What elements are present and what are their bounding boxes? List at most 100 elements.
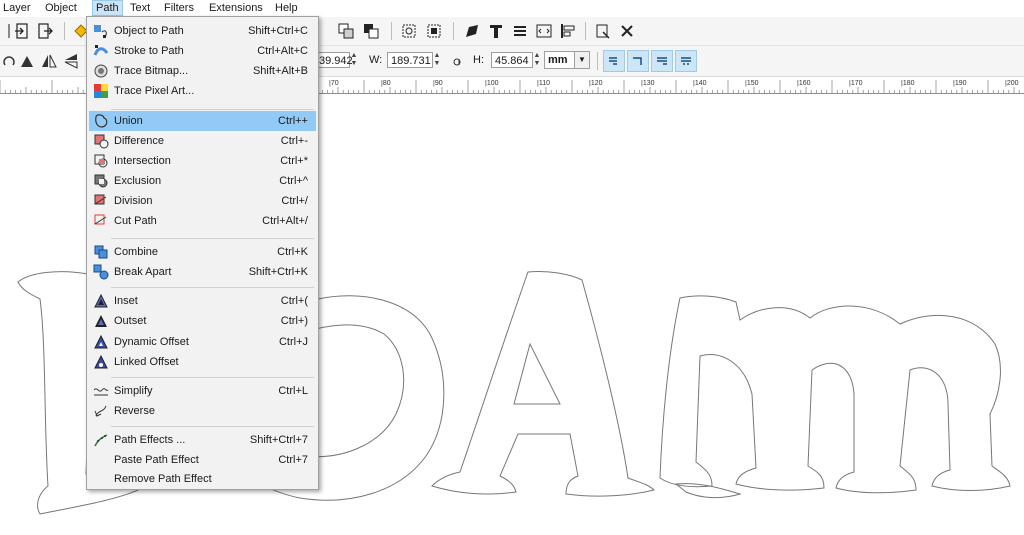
toolbar-separator: [597, 52, 598, 70]
transform-patterns-toggle[interactable]: [675, 50, 697, 72]
group-icon[interactable]: [400, 22, 418, 40]
menu-item-dynamic-offset[interactable]: Dynamic Offset Ctrl+J: [89, 332, 316, 352]
trace-pixel-art-icon: [94, 84, 108, 98]
menu-separator: [111, 377, 314, 378]
menu-item-shortcut: Ctrl+7: [278, 454, 308, 466]
menu-item-label: Dynamic Offset: [114, 336, 189, 348]
menu-filters[interactable]: Filters: [164, 1, 194, 15]
scale-stroke-toggle[interactable]: [603, 50, 625, 72]
menu-item-remove-path-effect[interactable]: Remove Path Effect: [89, 469, 316, 489]
dynamic-offset-icon: [94, 334, 108, 349]
height-spin-icon[interactable]: ▲ ▼: [533, 52, 541, 68]
height-field[interactable]: 45.864: [491, 52, 533, 68]
menu-item-inset[interactable]: Inset Ctrl+(: [89, 291, 316, 311]
menu-item-intersection[interactable]: Intersection Ctrl+*: [89, 151, 316, 171]
menu-item-label: Difference: [114, 135, 164, 147]
menu-item-linked-offset[interactable]: Linked Offset: [89, 352, 316, 372]
menu-item-label: Stroke to Path: [114, 45, 184, 57]
menu-item-difference[interactable]: Difference Ctrl+-: [89, 131, 316, 151]
clone-icon[interactable]: [337, 22, 355, 40]
letter-a-outline[interactable]: [431, 271, 655, 497]
menu-item-label: Paste Path Effect: [114, 454, 199, 466]
menu-item-shortcut: Shift+Ctrl+7: [249, 434, 308, 446]
menu-item-shortcut: Shift+Alt+B: [252, 65, 308, 77]
layers-icon[interactable]: [511, 22, 529, 40]
width-spin-icon[interactable]: ▲ ▼: [433, 52, 441, 68]
x-field[interactable]: 39.942: [316, 52, 353, 68]
toolbar-separator: [64, 22, 65, 40]
h-label: H:: [473, 54, 484, 66]
menu-help[interactable]: Help: [275, 1, 298, 15]
object-to-path-icon: [94, 25, 107, 38]
rotate-cw-icon[interactable]: [18, 52, 36, 70]
menu-item-label: Trace Pixel Art...: [114, 85, 195, 97]
fill-stroke-icon[interactable]: [463, 22, 481, 40]
lock-ratio-icon[interactable]: [448, 51, 466, 69]
letter-m-outline[interactable]: [659, 295, 1011, 494]
menu-item-label: Exclusion: [114, 175, 162, 187]
trace-bitmap-icon: [94, 64, 108, 78]
width-field[interactable]: 189.731: [387, 52, 433, 68]
menu-item-paste-path-effect[interactable]: Paste Path Effect Ctrl+7: [89, 450, 316, 470]
flip-vertical-icon[interactable]: [62, 52, 80, 70]
menu-item-division[interactable]: Division Ctrl+/: [89, 191, 316, 211]
ruler-label: |170: [849, 80, 863, 87]
xml-editor-icon[interactable]: [535, 22, 553, 40]
menu-item-shortcut: Ctrl+Alt+/: [262, 215, 308, 227]
w-label: W:: [369, 54, 383, 66]
menu-item-cut-path[interactable]: Cut Path Ctrl+Alt+/: [89, 211, 316, 231]
ruler-label: |140: [693, 80, 707, 87]
menu-item-shortcut: Ctrl+^: [279, 175, 308, 187]
menu-item-reverse[interactable]: Reverse: [89, 401, 316, 421]
menu-item-label: Division: [114, 195, 153, 207]
align-distribute-icon[interactable]: [559, 22, 577, 40]
menu-separator: [111, 238, 314, 239]
menu-item-label: Combine: [114, 246, 159, 258]
scale-corners-toggle[interactable]: [627, 50, 649, 72]
menu-item-stroke-to-path[interactable]: Stroke to Path Ctrl+Alt+C: [89, 41, 316, 61]
menu-separator: [111, 426, 314, 427]
menu-text[interactable]: Text: [130, 1, 150, 15]
flip-horizontal-icon[interactable]: [40, 52, 58, 70]
toolbar-separator: [391, 22, 392, 40]
ruler-label: |150: [745, 80, 759, 87]
document-properties-icon[interactable]: [594, 22, 612, 40]
ruler-label: |110: [537, 80, 550, 87]
unit-select[interactable]: mm ▼: [544, 51, 590, 69]
export-icon[interactable]: [36, 22, 54, 40]
menu-item-label: Path Effects ...: [114, 434, 186, 446]
import-icon[interactable]: [13, 22, 31, 40]
menu-item-exclusion[interactable]: Exclusion Ctrl+^: [89, 171, 316, 191]
simplify-icon: [93, 388, 109, 396]
text-font-icon[interactable]: [487, 22, 505, 40]
unlink-clone-icon[interactable]: [362, 22, 380, 40]
preferences-icon[interactable]: [618, 22, 636, 40]
menu-extensions[interactable]: Extensions: [209, 1, 263, 15]
menu-item-union[interactable]: Union Ctrl++: [89, 111, 316, 131]
menu-item-label: Break Apart: [114, 266, 172, 278]
menu-item-outset[interactable]: Outset Ctrl+): [89, 311, 316, 331]
menu-item-shortcut: Ctrl++: [278, 115, 308, 127]
chevron-down-icon: ▼: [574, 52, 589, 68]
menu-item-label: Object to Path: [114, 25, 184, 37]
combine-icon: [94, 245, 108, 259]
transform-gradients-toggle[interactable]: [651, 50, 673, 72]
menu-item-trace-bitmap[interactable]: Trace Bitmap... Shift+Alt+B: [89, 61, 316, 81]
menu-path[interactable]: Path: [92, 0, 123, 16]
menu-item-simplify[interactable]: Simplify Ctrl+L: [89, 381, 316, 401]
menu-item-object-to-path[interactable]: Object to Path Shift+Ctrl+C: [89, 21, 316, 41]
menu-item-label: Cut Path: [114, 215, 157, 227]
menu-item-shortcut: Ctrl+): [280, 315, 308, 327]
ruler-label: |80: [381, 80, 391, 87]
menu-object[interactable]: Object: [45, 1, 77, 15]
rotate-ccw-icon[interactable]: [0, 52, 18, 70]
x-spin-icon[interactable]: ▲ ▼: [350, 52, 358, 68]
menu-item-trace-pixel-art[interactable]: Trace Pixel Art...: [89, 81, 316, 101]
menu-item-shortcut: Shift+Ctrl+K: [248, 266, 308, 278]
menu-item-break-apart[interactable]: Break Apart Shift+Ctrl+K: [89, 262, 316, 282]
menu-item-label: Linked Offset: [114, 356, 179, 368]
ungroup-icon[interactable]: [425, 22, 443, 40]
menu-item-path-effects[interactable]: Path Effects ... Shift+Ctrl+7: [89, 430, 316, 450]
menu-item-combine[interactable]: Combine Ctrl+K: [89, 242, 316, 262]
menu-layer[interactable]: Layer: [3, 1, 31, 15]
